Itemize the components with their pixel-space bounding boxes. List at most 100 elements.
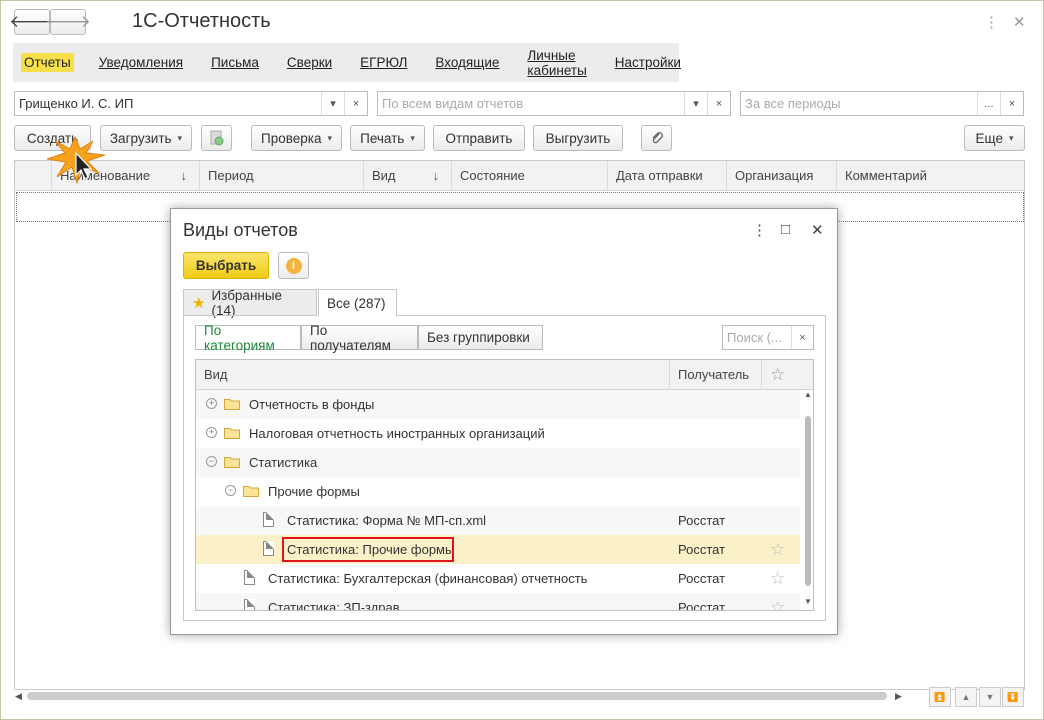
tree-row[interactable]: + Отчетность в фонды (196, 390, 800, 419)
close-icon[interactable]: ✕ (1013, 13, 1026, 31)
print-button[interactable]: Печать ▾ (350, 125, 425, 151)
check-button[interactable]: Проверка ▾ (251, 125, 342, 151)
column-header-recipient[interactable]: Получатель (670, 360, 762, 390)
up-icon: ▲ (961, 692, 971, 702)
row-recipient: Росстат (678, 542, 726, 557)
report-type-filter[interactable]: По всем видам отчетов ▾ × (377, 91, 731, 116)
collapse-icon[interactable]: − (206, 456, 217, 467)
folder-icon (224, 428, 240, 439)
scroll-down-icon[interactable]: ▼ (804, 597, 812, 606)
collapse-icon[interactable]: − (225, 485, 236, 496)
tree-row[interactable]: − Статистика (196, 448, 800, 477)
column-header-kind[interactable]: Вид (196, 360, 670, 390)
chevron-down-icon: ▾ (1008, 132, 1014, 143)
tree-row[interactable]: + Налоговая отчетность иностранных орган… (196, 419, 800, 448)
double-up-icon: ⏫ (934, 691, 946, 702)
clear-icon[interactable]: × (791, 326, 813, 349)
go-last-button[interactable]: ⏬ (1002, 687, 1024, 707)
column-header-favorite[interactable]: ☆ (762, 360, 800, 390)
dialog-more-icon[interactable]: ⋮ (752, 221, 767, 239)
menu-notifications[interactable]: Уведомления (96, 53, 186, 72)
scroll-up-icon[interactable]: ▲ (804, 390, 812, 399)
no-grouping[interactable]: Без группировки (418, 325, 543, 350)
segment-label: Без группировки (427, 330, 530, 345)
export-button[interactable]: Выгрузить (533, 125, 623, 151)
organization-value: Грищенко И. С. ИП (19, 96, 134, 111)
dropdown-icon[interactable]: ▾ (321, 92, 344, 115)
tree-row-selected[interactable]: Статистика: Прочие формы Росстат ☆ (196, 535, 800, 564)
dialog-title: Виды отчетов (183, 220, 298, 240)
group-by-recipient[interactable]: По получателям (301, 323, 418, 353)
more-icon[interactable]: ⋮ (984, 13, 999, 31)
send-button[interactable]: Отправить (433, 125, 525, 151)
scroll-right-icon[interactable]: ▶ (895, 691, 902, 702)
tree-row[interactable]: − Прочие формы (196, 477, 800, 506)
forward-button[interactable]: 🡒 (45, 9, 91, 35)
dialog-close-icon[interactable]: ✕ (811, 221, 824, 239)
column-header-period[interactable]: Период (200, 161, 364, 191)
down-icon: ▼ (985, 692, 995, 702)
tree-row[interactable]: Статистика: Бухгалтерская (финансовая) о… (196, 564, 800, 593)
more-label: Еще (975, 130, 1003, 146)
vertical-scrollbar[interactable]: ▲ ▼ (803, 390, 813, 610)
scroll-thumb[interactable] (805, 416, 811, 586)
go-up-button[interactable]: ▲ (955, 687, 977, 707)
paperclip-icon (652, 132, 663, 144)
organization-field[interactable]: Грищенко И. С. ИП ▾ × (14, 91, 368, 116)
load-button[interactable]: Загрузить ▾ (100, 125, 192, 151)
menu-letters[interactable]: Письма (208, 53, 262, 72)
column-header-send-date[interactable]: Дата отправки (608, 161, 727, 191)
search-input[interactable]: Поиск (... × (722, 325, 814, 350)
star-icon: ★ (192, 295, 206, 312)
favorite-star-icon[interactable]: ☆ (770, 535, 785, 564)
menu-personal-accounts[interactable]: Личные кабинеты (524, 46, 589, 80)
header-label: Состояние (460, 168, 525, 183)
select-period-button[interactable]: ... (977, 92, 1000, 115)
more-button[interactable]: Еще ▾ (964, 125, 1025, 151)
row-name: Статистика (249, 455, 318, 470)
sort-down-icon: ↓ (180, 168, 188, 183)
mouse-cursor-icon (46, 135, 106, 185)
menu-reports[interactable]: Отчеты (21, 53, 74, 72)
menu-reconciliations[interactable]: Сверки (284, 53, 335, 72)
table-header: Наименование ↓ Период Вид ↓ Состояние Дата… (15, 161, 1024, 191)
tab-all[interactable]: Все (287) (318, 289, 397, 317)
tree-row[interactable]: Статистика: ЗП-здрав Росстат ☆ (196, 593, 800, 610)
clear-icon[interactable]: × (344, 92, 367, 115)
column-header-comment[interactable]: Комментарий (837, 161, 1024, 191)
scroll-left-icon[interactable]: ◀ (15, 691, 22, 702)
attach-button[interactable] (641, 125, 672, 151)
select-button[interactable]: Выбрать (183, 252, 269, 279)
row-name: Налоговая отчетность иностранных организ… (249, 426, 545, 441)
info-button[interactable]: i (278, 252, 309, 279)
column-header-kind[interactable]: Вид ↓ (364, 161, 452, 191)
group-by-category[interactable]: По категориям (195, 323, 301, 353)
export-label: Выгрузить (545, 130, 611, 146)
menu-egrul[interactable]: ЕГРЮЛ (357, 53, 410, 72)
document-icon (210, 130, 223, 146)
expand-icon[interactable]: + (206, 398, 217, 409)
go-down-button[interactable]: ▼ (979, 687, 1001, 707)
favorite-star-icon[interactable]: ☆ (770, 593, 785, 610)
horizontal-scrollbar[interactable] (27, 692, 887, 700)
favorite-star-icon[interactable]: ☆ (770, 564, 785, 593)
maximize-icon[interactable]: □ (781, 221, 790, 238)
column-header-organization[interactable]: Организация (727, 161, 837, 191)
tree-row[interactable]: Статистика: Форма № МП-сп.xml Росстат (196, 506, 800, 535)
report-types-dialog: Виды отчетов ⋮ □ ✕ Выбрать i ★ Избранные… (170, 208, 838, 635)
go-first-button[interactable]: ⏫ (929, 687, 951, 707)
menu-incoming[interactable]: Входящие (432, 53, 502, 72)
row-name: Статистика: Бухгалтерская (финансовая) о… (268, 571, 588, 586)
chevron-down-icon: ▾ (410, 132, 415, 143)
period-filter[interactable]: За все периоды ... × (740, 91, 1024, 116)
expand-icon[interactable]: + (206, 427, 217, 438)
select-label: Выбрать (195, 258, 257, 273)
open-report-button[interactable] (201, 125, 232, 151)
column-header-status[interactable]: Состояние (452, 161, 608, 191)
clear-icon[interactable]: × (1000, 92, 1023, 115)
dropdown-icon[interactable]: ▾ (684, 92, 707, 115)
clear-icon[interactable]: × (707, 92, 730, 115)
menu-settings[interactable]: Настройки (612, 53, 684, 72)
tab-favorites[interactable]: ★ Избранные (14) (183, 288, 317, 318)
chevron-down-icon: ▾ (327, 132, 332, 143)
